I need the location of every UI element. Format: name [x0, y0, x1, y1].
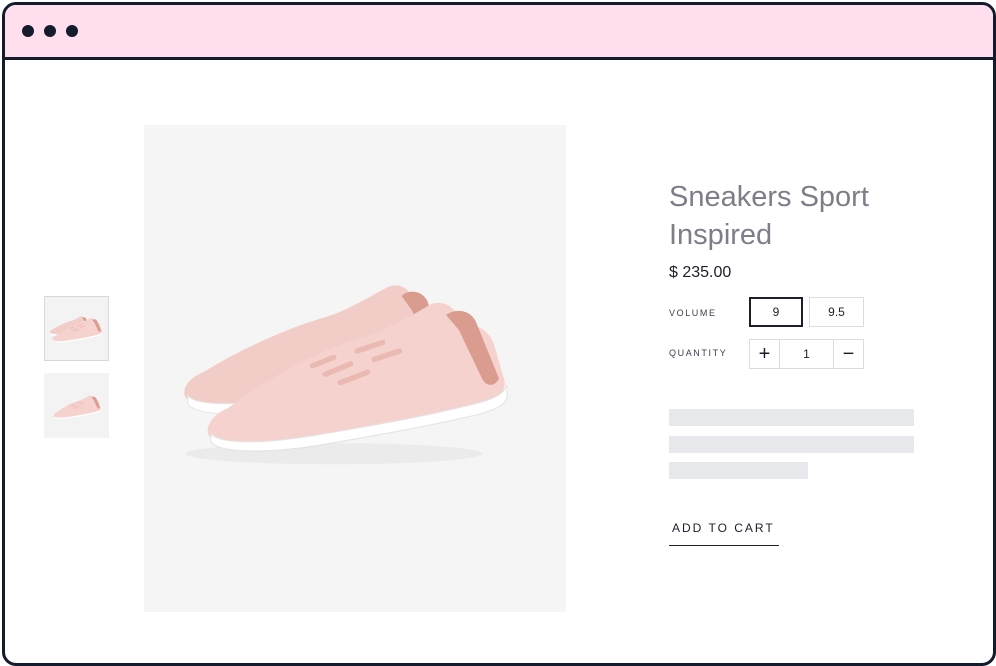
volume-option-9-5[interactable]: 9.5 [809, 297, 864, 327]
quantity-increment-button[interactable]: + [750, 340, 780, 368]
add-to-cart-button[interactable]: ADD TO CART [669, 521, 779, 546]
quantity-stepper: + 1 − [749, 339, 864, 369]
window-control-dot-2[interactable] [44, 25, 56, 37]
quantity-label: QUANTITY [669, 348, 728, 358]
minus-icon: − [842, 342, 855, 365]
volume-option-9-label: 9 [772, 305, 780, 319]
browser-window: Sneakers Sport Inspired $ 235.00 VOLUME … [2, 2, 996, 666]
thumbnail-side-view[interactable] [44, 373, 109, 438]
sneaker-side-thumbnail-image [52, 394, 102, 419]
product-title: Sneakers Sport Inspired [669, 181, 869, 251]
product-price: $ 235.00 [669, 264, 732, 281]
quantity-value[interactable]: 1 [780, 340, 833, 368]
volume-option-9[interactable]: 9 [749, 297, 803, 327]
window-control-dot-1[interactable] [22, 25, 34, 37]
volume-label: VOLUME [669, 308, 717, 318]
product-page: Sneakers Sport Inspired $ 235.00 VOLUME … [5, 60, 993, 663]
description-placeholder-line-2 [669, 436, 914, 453]
description-placeholder-line-3 [669, 462, 808, 479]
plus-icon: + [758, 342, 771, 365]
pink-sneakers-image [183, 284, 535, 464]
thumbnail-pair-view[interactable] [44, 296, 109, 361]
title-bar [5, 5, 993, 60]
sneaker-pair-thumbnail-image [49, 315, 103, 343]
volume-option-9-5-label: 9.5 [828, 305, 845, 319]
main-product-image [144, 125, 566, 612]
description-placeholder-line-1 [669, 409, 914, 426]
quantity-decrement-button[interactable]: − [833, 340, 863, 368]
window-control-dot-3[interactable] [66, 25, 78, 37]
